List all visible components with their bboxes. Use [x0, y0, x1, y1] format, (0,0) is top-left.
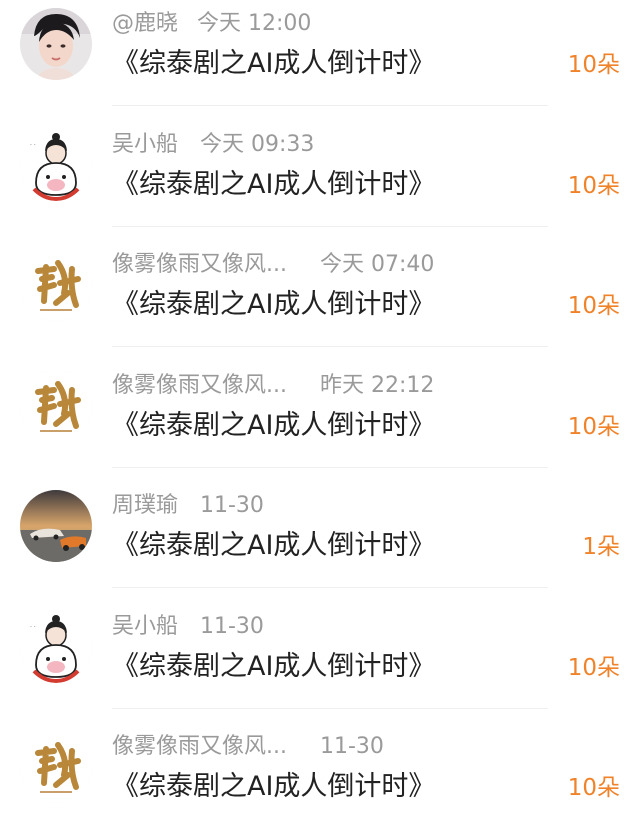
item-meta: @鹿晓 今天 12:00: [112, 8, 311, 40]
avatar[interactable]: [20, 249, 92, 321]
flower-count: 10朵: [567, 173, 620, 199]
svg-text:· ·: · ·: [30, 142, 36, 149]
item-title[interactable]: 《综泰剧之AI成人倒计时》: [112, 165, 435, 205]
list-item[interactable]: · · 吴小船 今天 09:33 《综泰剧之AI成人倒计时》 10朵: [0, 121, 640, 241]
item-meta: 像雾像雨又像风... 昨天 22:12: [112, 370, 434, 402]
item-meta: 像雾像雨又像风... 今天 07:40: [112, 249, 434, 281]
item-title[interactable]: 《综泰剧之AI成人倒计时》: [112, 647, 435, 687]
svg-text:· ·: · ·: [30, 624, 36, 631]
flower-count: 10朵: [567, 655, 620, 681]
list-item[interactable]: @鹿晓 今天 12:00 《综泰剧之AI成人倒计时》 10朵: [0, 0, 640, 120]
user-name[interactable]: 像雾像雨又像风...: [112, 731, 287, 763]
timestamp: 11-30: [200, 614, 264, 639]
divider: [112, 708, 548, 709]
user-name[interactable]: @鹿晓: [112, 8, 178, 40]
list-item[interactable]: 像雾像雨又像风... 昨天 22:12 《综泰剧之AI成人倒计时》 10朵: [0, 362, 640, 482]
flower-gift-list: @鹿晓 今天 12:00 《综泰剧之AI成人倒计时》 10朵 · · 吴小船 今…: [0, 0, 640, 828]
user-name[interactable]: 吴小船: [112, 611, 178, 643]
flower-count: 10朵: [567, 414, 620, 440]
flower-count: 10朵: [567, 293, 620, 319]
item-meta: 周璞瑜 11-30: [112, 490, 264, 522]
flower-count: 10朵: [567, 775, 620, 801]
divider: [112, 587, 548, 588]
list-item[interactable]: 像雾像雨又像风... 今天 07:40 《综泰剧之AI成人倒计时》 10朵: [0, 241, 640, 361]
calligraphy-logo-icon: [20, 249, 92, 321]
user-name[interactable]: 像雾像雨又像风...: [112, 370, 287, 402]
item-title[interactable]: 《综泰剧之AI成人倒计时》: [112, 406, 435, 446]
avatar[interactable]: [20, 490, 92, 562]
flower-count: 10朵: [567, 52, 620, 78]
race-car-icon: [20, 490, 92, 562]
user-name[interactable]: 吴小船: [112, 129, 178, 161]
calligraphy-logo-icon: [20, 370, 92, 442]
cartoon-girl-icon: · ·: [20, 129, 92, 201]
timestamp: 今天 07:40: [320, 252, 435, 277]
item-title[interactable]: 《综泰剧之AI成人倒计时》: [112, 285, 435, 325]
avatar[interactable]: · ·: [20, 611, 92, 683]
item-meta: 像雾像雨又像风... 11-30: [112, 731, 384, 763]
divider: [112, 105, 548, 106]
flower-count: 1朵: [582, 534, 620, 560]
calligraphy-logo-icon: [20, 731, 92, 803]
list-item[interactable]: 像雾像雨又像风... 11-30 《综泰剧之AI成人倒计时》 10朵: [0, 723, 640, 828]
portrait-photo-icon: [20, 8, 92, 80]
timestamp: 11-30: [320, 734, 384, 759]
divider: [112, 226, 548, 227]
item-meta: 吴小船 今天 09:33: [112, 129, 314, 161]
item-meta: 吴小船 11-30: [112, 611, 264, 643]
avatar[interactable]: · ·: [20, 129, 92, 201]
timestamp: 昨天 22:12: [320, 373, 435, 398]
avatar[interactable]: [20, 370, 92, 442]
item-title[interactable]: 《综泰剧之AI成人倒计时》: [112, 526, 435, 566]
user-name[interactable]: 像雾像雨又像风...: [112, 249, 287, 281]
timestamp: 11-30: [200, 493, 264, 518]
list-item[interactable]: 周璞瑜 11-30 《综泰剧之AI成人倒计时》 1朵: [0, 482, 640, 602]
timestamp: 今天 12:00: [197, 11, 312, 36]
divider: [112, 346, 548, 347]
cartoon-girl-icon: · ·: [20, 611, 92, 683]
avatar[interactable]: [20, 8, 92, 80]
avatar[interactable]: [20, 731, 92, 803]
user-name[interactable]: 周璞瑜: [112, 490, 178, 522]
item-title[interactable]: 《综泰剧之AI成人倒计时》: [112, 767, 435, 807]
item-title[interactable]: 《综泰剧之AI成人倒计时》: [112, 44, 435, 84]
list-item[interactable]: · · 吴小船 11-30 《综泰剧之AI成人倒计时》 10朵: [0, 603, 640, 723]
divider: [112, 467, 548, 468]
timestamp: 今天 09:33: [200, 132, 315, 157]
